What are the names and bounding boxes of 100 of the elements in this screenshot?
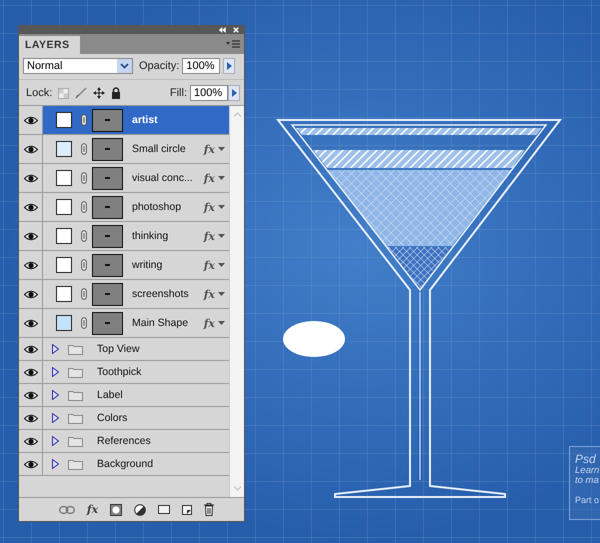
effects-label: fx — [204, 316, 215, 330]
layer-row[interactable]: screenshots fx — [19, 280, 229, 309]
eye-icon[interactable] — [24, 318, 38, 328]
caret-icon[interactable] — [218, 205, 225, 209]
layer-thumbnail — [92, 196, 123, 218]
layer-name: thinking — [132, 230, 170, 242]
eye-icon[interactable] — [24, 414, 38, 422]
trash-icon[interactable] — [204, 503, 214, 516]
oval-shape — [283, 321, 345, 357]
caret-icon[interactable] — [218, 292, 225, 296]
chain-link-icon[interactable] — [81, 172, 87, 184]
layer-thumbnail — [92, 282, 123, 306]
folder-icon — [68, 366, 83, 378]
fill-label: Fill: — [170, 87, 187, 99]
expand-triangle-icon[interactable] — [52, 367, 59, 377]
layer-group-row[interactable]: Top View — [19, 338, 229, 361]
effects-label: fx — [204, 230, 215, 242]
layer-row[interactable]: Main Shape fx — [19, 309, 229, 338]
caret-icon[interactable] — [218, 176, 225, 180]
fill-slider-button[interactable] — [228, 85, 240, 101]
layer-name: Small circle — [132, 143, 187, 155]
eye-icon[interactable] — [24, 290, 38, 298]
eye-icon[interactable] — [24, 144, 38, 154]
eye-icon[interactable] — [24, 202, 38, 212]
link-icon[interactable] — [58, 506, 75, 514]
expand-triangle-icon[interactable] — [52, 344, 59, 354]
layer-thumbnail — [92, 138, 123, 160]
card-text: to ma — [575, 476, 600, 486]
layer-thumbnail — [92, 312, 123, 334]
layer-thumbnail — [92, 166, 123, 190]
layer-row[interactable]: writing fx — [19, 251, 229, 280]
layer-name: Main Shape — [132, 317, 190, 329]
caret-icon[interactable] — [218, 321, 225, 325]
folder-icon — [68, 412, 83, 424]
opacity-field[interactable]: 100% — [182, 58, 220, 74]
folder-icon — [68, 390, 83, 400]
opacity-label: Opacity: — [139, 60, 180, 72]
lock-icon[interactable] — [111, 87, 122, 99]
caret-icon[interactable] — [218, 263, 225, 267]
arrow-right-icon — [232, 89, 236, 97]
layer-group-row[interactable]: Colors — [19, 407, 229, 430]
fill-field[interactable]: 100% — [190, 85, 228, 101]
folder-icon[interactable] — [158, 505, 170, 514]
group-name: Colors — [97, 412, 128, 424]
eye-icon[interactable] — [24, 368, 38, 376]
collapse-icon[interactable] — [218, 27, 227, 33]
layer-row[interactable]: Small circle fx — [19, 135, 229, 164]
chain-link-icon[interactable] — [81, 259, 87, 271]
chain-link-icon[interactable] — [81, 143, 87, 155]
layer-group-row[interactable]: Background — [19, 453, 229, 476]
expand-triangle-icon[interactable] — [52, 413, 59, 423]
folder-icon — [68, 436, 83, 446]
layers-tab[interactable]: LAYERS — [19, 36, 80, 54]
layer-group-row[interactable]: Toothpick — [19, 361, 229, 384]
effects-label: fx — [204, 288, 215, 300]
effects-label: fx — [204, 172, 215, 184]
layer-thumbnail — [92, 224, 123, 248]
layer-row[interactable]: visual conc... fx — [19, 164, 229, 193]
add-style-button[interactable]: fx — [86, 503, 98, 516]
layer-group-row[interactable]: References — [19, 430, 229, 453]
eye-icon[interactable] — [24, 344, 38, 354]
layer-row[interactable]: thinking fx — [19, 222, 229, 251]
eye-icon[interactable] — [24, 174, 38, 182]
eye-icon[interactable] — [24, 460, 38, 468]
chain-link-icon[interactable] — [81, 114, 87, 126]
eye-icon[interactable] — [24, 390, 38, 400]
effects-label: fx — [204, 200, 215, 214]
expand-triangle-icon[interactable] — [52, 436, 59, 446]
brush-icon[interactable] — [75, 87, 88, 99]
chain-link-icon[interactable] — [81, 201, 87, 213]
expand-triangle-icon[interactable] — [52, 459, 59, 469]
folder-icon — [68, 344, 83, 354]
new-layer-icon[interactable] — [182, 504, 192, 514]
group-name: References — [97, 435, 152, 447]
opacity-slider-button[interactable] — [223, 58, 236, 74]
chain-link-icon[interactable] — [81, 317, 87, 329]
eye-icon[interactable] — [24, 232, 38, 240]
effects-label: fx — [204, 142, 215, 156]
caret-icon[interactable] — [218, 147, 225, 151]
caret-icon[interactable] — [218, 234, 225, 238]
layer-group-row[interactable]: Label — [19, 384, 229, 407]
layer-row[interactable]: photoshop fx — [19, 193, 229, 222]
expand-triangle-icon[interactable] — [52, 390, 59, 400]
panel-menu-icon[interactable] — [226, 40, 240, 48]
eye-icon[interactable] — [24, 260, 38, 270]
layer-thumbnail — [92, 108, 123, 132]
move-icon[interactable] — [93, 87, 106, 99]
blend-mode-dropdown[interactable]: Normal — [23, 58, 133, 74]
layer-name: artist — [132, 114, 159, 126]
adjustment-icon[interactable] — [134, 504, 146, 516]
card-text: Learn — [575, 466, 600, 476]
close-icon[interactable] — [233, 27, 239, 33]
group-name: Top View — [97, 343, 140, 355]
chain-link-icon[interactable] — [81, 230, 87, 242]
chain-link-icon[interactable] — [81, 288, 87, 300]
chevron-down-icon — [120, 63, 129, 69]
mask-icon[interactable] — [110, 504, 122, 516]
eye-icon[interactable] — [24, 116, 38, 124]
eye-icon[interactable] — [24, 436, 38, 446]
layer-row[interactable]: artist — [19, 106, 229, 135]
